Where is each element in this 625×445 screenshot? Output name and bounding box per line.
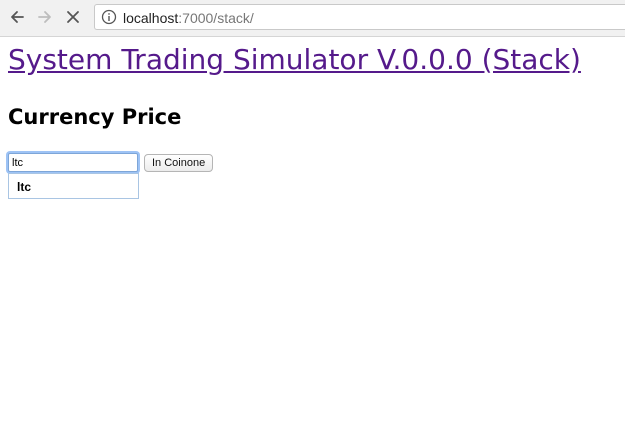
stop-loading-button[interactable] [62,6,84,28]
url-host: localhost [123,10,179,26]
url-text[interactable]: localhost:7000/stack/ [123,10,254,26]
autocomplete-option[interactable]: ltc [17,180,31,194]
autocomplete-dropdown: ltc [8,173,139,199]
back-button[interactable] [6,6,28,28]
close-icon [67,11,79,23]
address-bar[interactable]: localhost:7000/stack/ [94,4,625,30]
arrow-left-icon [11,11,24,23]
url-path: :7000/stack/ [178,10,254,26]
in-coinone-button[interactable]: In Coinone [144,154,214,172]
section-title: Currency Price [8,105,182,129]
page-title-link[interactable]: System Trading Simulator V.0.0.0 (Stack) [8,38,581,82]
forward-button[interactable] [34,6,56,28]
currency-input[interactable] [8,153,138,172]
info-icon[interactable] [101,9,117,25]
browser-toolbar: localhost:7000/stack/ [0,0,625,37]
arrow-right-icon [38,11,51,23]
